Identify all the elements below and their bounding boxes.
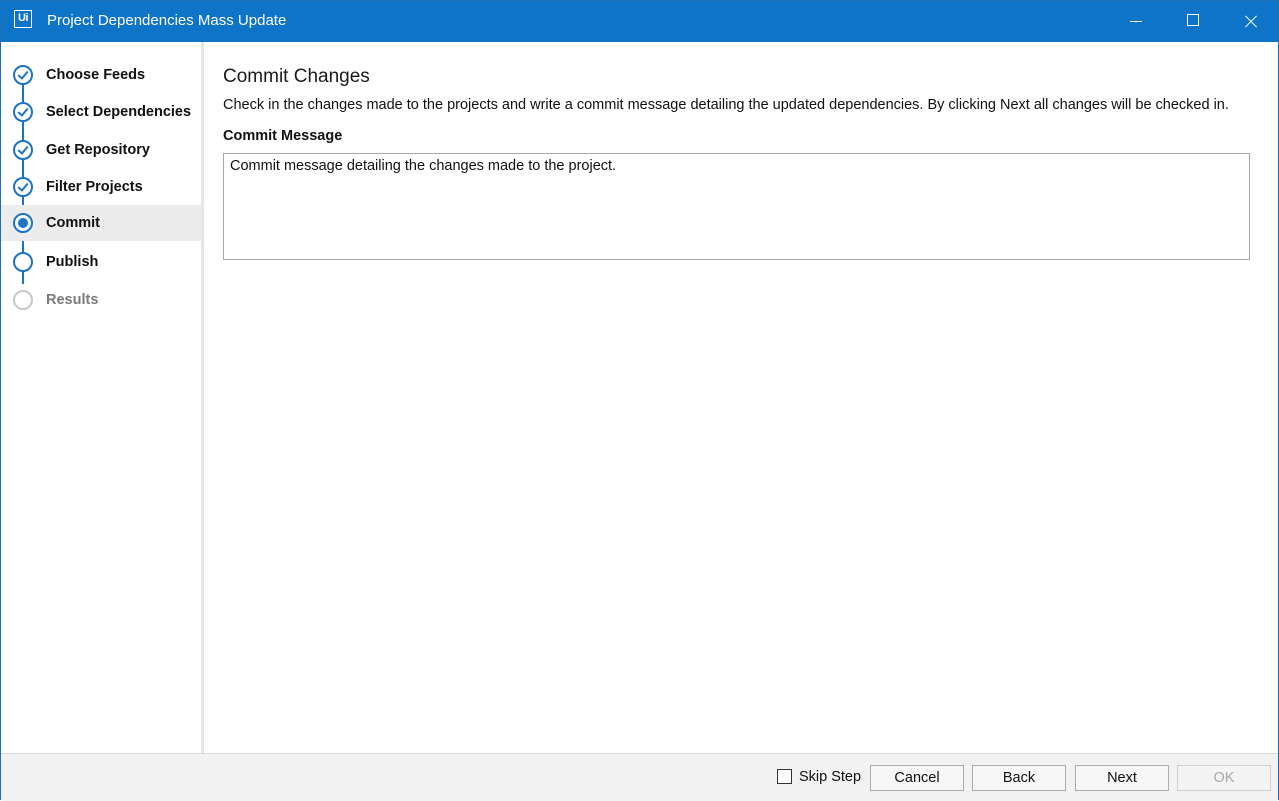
step-completed-check-icon <box>13 140 33 160</box>
page-description: Check in the changes made to the project… <box>223 97 1229 113</box>
step-commit[interactable]: Commit <box>1 205 201 241</box>
uipath-logo-icon: Ui <box>14 10 32 28</box>
step-pending-circle-icon <box>13 290 33 310</box>
page-title: Commit Changes <box>223 66 370 87</box>
minimize-icon[interactable] <box>1112 1 1158 42</box>
back-button[interactable]: Back <box>972 765 1066 791</box>
step-choose-feeds[interactable]: Choose Feeds <box>1 57 201 93</box>
ok-button: OK <box>1177 765 1271 791</box>
cancel-button[interactable]: Cancel <box>870 765 964 791</box>
title-bar: Ui Project Dependencies Mass Update <box>1 1 1278 42</box>
step-label: Commit <box>46 215 100 231</box>
step-filter-projects[interactable]: Filter Projects <box>1 169 201 205</box>
commit-message-field[interactable]: Commit message detailing the changes mad… <box>223 153 1250 260</box>
step-completed-check-icon <box>13 177 33 197</box>
step-current-dot-icon <box>13 213 33 233</box>
commit-message-label: Commit Message <box>223 128 343 144</box>
wizard-footer: Skip Step Cancel Back Next OK <box>1 753 1278 801</box>
step-label: Filter Projects <box>46 179 143 195</box>
step-label: Get Repository <box>46 142 150 158</box>
step-label: Results <box>46 292 99 308</box>
window-title: Project Dependencies Mass Update <box>47 12 287 29</box>
skip-step-checkbox[interactable] <box>777 769 792 784</box>
next-button[interactable]: Next <box>1075 765 1169 791</box>
step-select-dependencies[interactable]: Select Dependencies <box>1 94 201 130</box>
wizard-window: Ui Project Dependencies Mass Update Choo… <box>0 0 1279 801</box>
step-get-repository[interactable]: Get Repository <box>1 132 201 168</box>
wizard-steps-sidebar: Choose Feeds Select Dependencies Get Rep… <box>1 42 204 753</box>
step-content: Commit Changes Check in the changes made… <box>204 42 1278 753</box>
step-results: Results <box>1 282 201 318</box>
step-label: Select Dependencies <box>46 104 192 120</box>
step-completed-check-icon <box>13 65 33 85</box>
step-completed-check-icon <box>13 102 33 122</box>
maximize-icon[interactable] <box>1170 1 1216 42</box>
step-upcoming-circle-icon <box>13 252 33 272</box>
step-publish[interactable]: Publish <box>1 244 201 280</box>
skip-step-label[interactable]: Skip Step <box>799 769 861 785</box>
step-label: Choose Feeds <box>46 67 146 83</box>
close-icon[interactable] <box>1228 1 1274 42</box>
step-label: Publish <box>46 254 99 270</box>
